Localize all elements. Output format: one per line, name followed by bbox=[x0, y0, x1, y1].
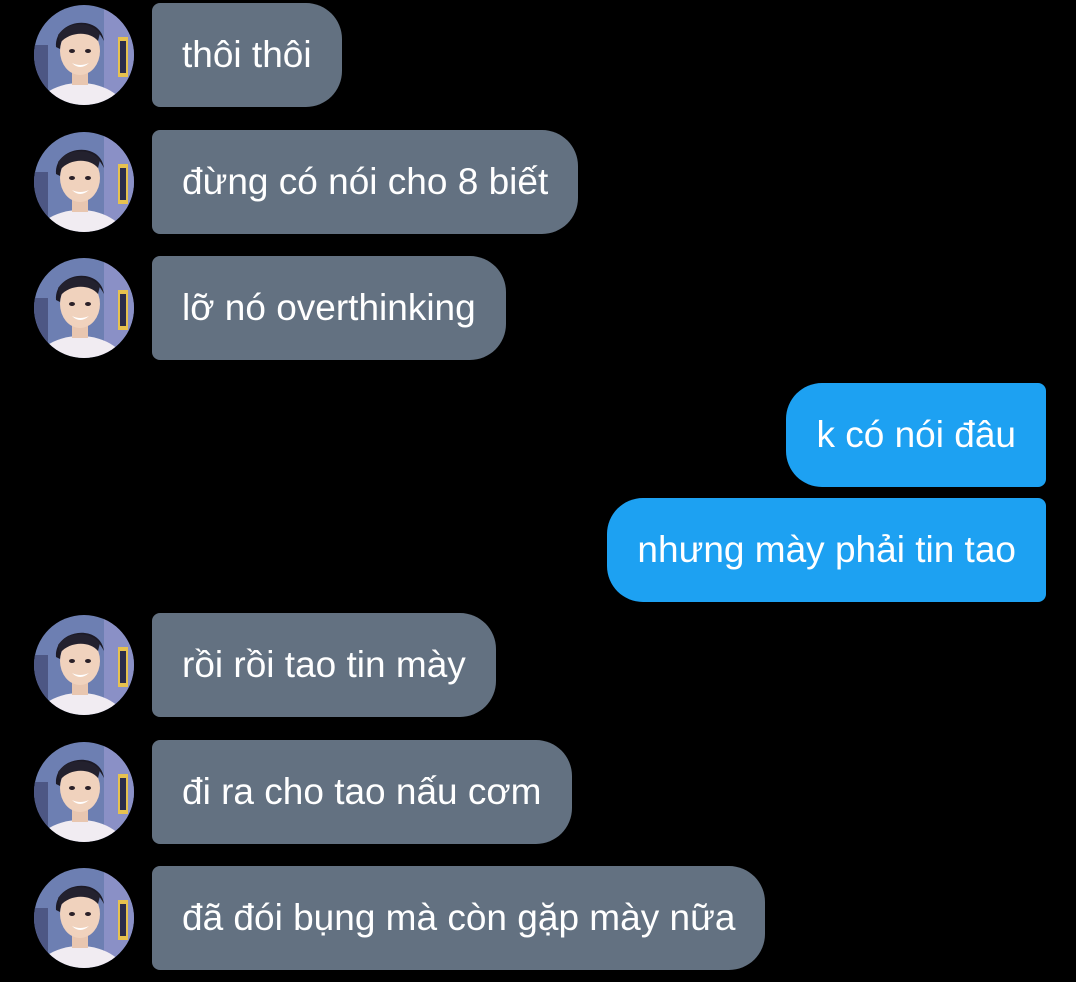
contact-avatar[interactable] bbox=[34, 258, 134, 358]
received-message-bubble[interactable]: đừng có nói cho 8 biết bbox=[152, 130, 579, 234]
message-row: rồi rồi tao tin mày bbox=[0, 613, 1076, 717]
message-row: nhưng mày phải tin tao bbox=[0, 498, 1076, 602]
contact-avatar[interactable] bbox=[34, 742, 134, 842]
contact-avatar[interactable] bbox=[34, 132, 134, 232]
received-message-bubble[interactable]: thôi thôi bbox=[152, 3, 342, 107]
message-row: đừng có nói cho 8 biết bbox=[0, 130, 1076, 234]
message-text: đã đói bụng mà còn gặp mày nữa bbox=[182, 897, 736, 938]
contact-avatar[interactable] bbox=[34, 615, 134, 715]
contact-avatar[interactable] bbox=[34, 868, 134, 968]
sent-message-bubble[interactable]: k có nói đâu bbox=[786, 383, 1046, 487]
message-row: thôi thôi bbox=[0, 3, 1076, 107]
message-text: đi ra cho tao nấu cơm bbox=[182, 771, 542, 812]
message-row: lỡ nó overthinking bbox=[0, 256, 1076, 360]
message-text: đừng có nói cho 8 biết bbox=[182, 161, 549, 202]
message-text: thôi thôi bbox=[182, 34, 312, 75]
message-text: k có nói đâu bbox=[816, 414, 1016, 455]
message-text: nhưng mày phải tin tao bbox=[637, 529, 1016, 570]
sent-message-bubble[interactable]: nhưng mày phải tin tao bbox=[607, 498, 1046, 602]
message-row: đã đói bụng mà còn gặp mày nữa bbox=[0, 866, 1076, 970]
contact-avatar[interactable] bbox=[34, 5, 134, 105]
message-row: k có nói đâu bbox=[0, 383, 1076, 487]
received-message-bubble[interactable]: rồi rồi tao tin mày bbox=[152, 613, 496, 717]
message-row: đi ra cho tao nấu cơm bbox=[0, 740, 1076, 844]
message-text: lỡ nó overthinking bbox=[182, 287, 476, 328]
received-message-bubble[interactable]: lỡ nó overthinking bbox=[152, 256, 506, 360]
received-message-bubble[interactable]: đi ra cho tao nấu cơm bbox=[152, 740, 572, 844]
message-text: rồi rồi tao tin mày bbox=[182, 644, 466, 685]
received-message-bubble[interactable]: đã đói bụng mà còn gặp mày nữa bbox=[152, 866, 766, 970]
chat-screen: { "colors": { "background": "#000000", "… bbox=[0, 0, 1076, 982]
